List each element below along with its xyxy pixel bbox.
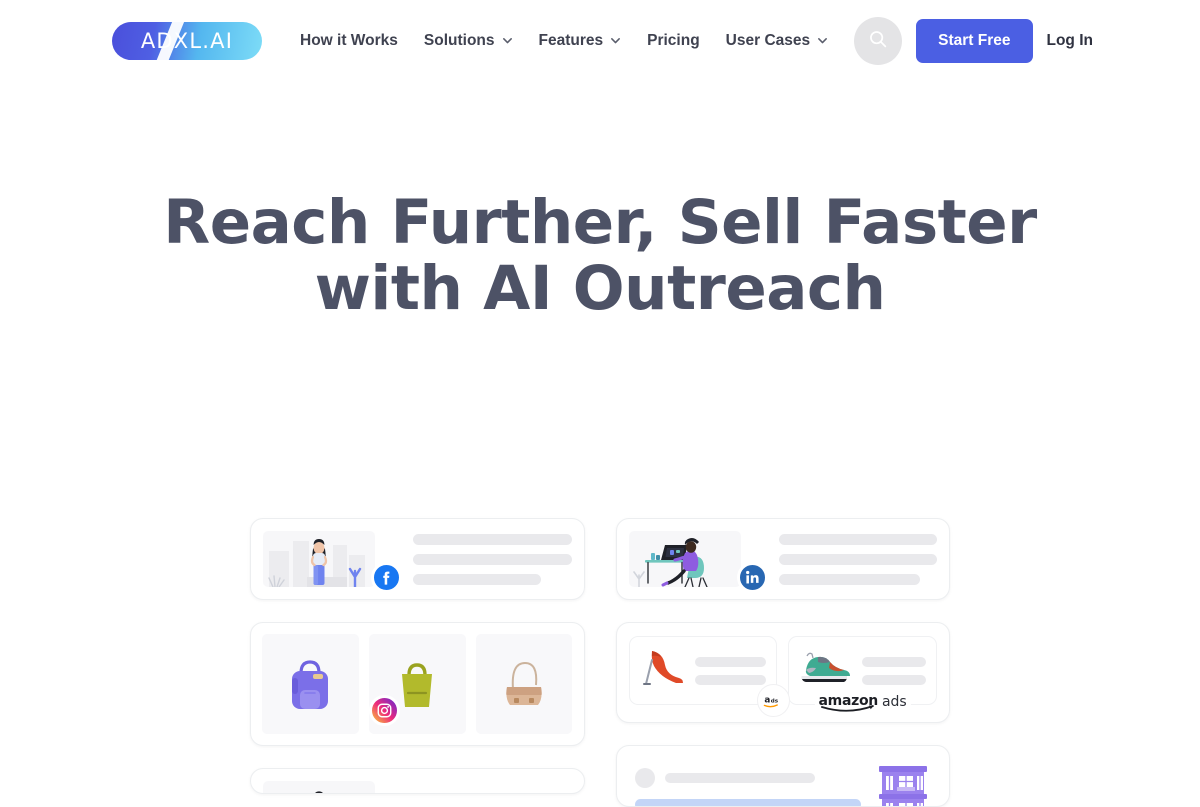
person-illustration — [263, 781, 375, 793]
nav-label: Pricing — [647, 32, 700, 49]
instagram-card[interactable] — [250, 622, 585, 746]
showcase-grid: a ds amazon ads — [250, 518, 950, 807]
instagram-badge — [369, 695, 400, 726]
ads-wordmark-text: ads — [881, 694, 907, 710]
logo-text: ADXL.AI — [140, 29, 234, 53]
svg-text:a: a — [764, 695, 770, 705]
nav-item-user-cases[interactable]: User Cases — [726, 32, 828, 50]
skeleton-line — [694, 656, 767, 667]
card-row — [263, 531, 572, 593]
post-card[interactable] — [615, 745, 950, 807]
nav-label: Features — [538, 32, 604, 49]
chevron-down-icon — [502, 35, 513, 46]
skeleton-lines — [778, 533, 937, 585]
skeleton-line — [862, 656, 926, 667]
nav-label: User Cases — [725, 32, 811, 49]
avatar — [634, 768, 655, 788]
brand-logo[interactable]: ADXL.AI — [112, 22, 262, 60]
showcase-column-right: a ds amazon ads — [615, 518, 950, 807]
amazon-ads-wordmark: amazon ads — [814, 692, 911, 712]
skeleton-lines — [634, 764, 862, 806]
person-at-laptop-illustration — [628, 531, 741, 587]
svg-text:ds: ds — [771, 698, 779, 704]
bottom-partial-card[interactable] — [250, 768, 585, 794]
hero-section: Reach Further, Sell Faster with AI Outre… — [0, 82, 1200, 322]
linkedin-badge — [736, 562, 768, 593]
nav-item-solutions[interactable]: Solutions — [424, 32, 513, 50]
green-sneaker-illustration — [799, 648, 853, 693]
chevron-down-icon — [610, 35, 621, 46]
amazon-panel-sneaker[interactable]: amazon ads — [788, 636, 937, 712]
search-icon — [867, 28, 889, 55]
skeleton-line — [413, 553, 572, 565]
login-link[interactable]: Log In — [1047, 32, 1094, 50]
site-header: ADXL.AI How it Works Solutions Features … — [0, 0, 1200, 82]
nav-item-features[interactable]: Features — [539, 32, 622, 50]
main-nav: How it Works Solutions Features Pricing … — [300, 32, 828, 50]
nav-item-pricing[interactable]: Pricing — [647, 32, 700, 50]
chevron-down-icon — [817, 35, 828, 46]
amazon-panels: a ds amazon ads — [628, 636, 937, 717]
skeleton-line — [413, 573, 542, 585]
header-actions: Start Free Log In — [854, 17, 1093, 65]
red-high-heel-shoe-illustration — [640, 646, 686, 695]
card-row — [628, 531, 937, 593]
purple-building-illustration — [875, 764, 931, 806]
product-tile-shoulder-bag[interactable] — [475, 634, 573, 734]
amazon-swoosh-icon — [820, 705, 874, 712]
showcase-column-left — [250, 518, 585, 807]
amazon-a-badge: a ds — [757, 684, 791, 717]
nav-item-how-it-works[interactable]: How it Works — [300, 32, 398, 50]
amazon-panel-shoe[interactable]: a ds — [628, 636, 791, 717]
amazon-ads-card[interactable]: a ds amazon ads — [615, 622, 950, 723]
linkedin-card[interactable] — [615, 518, 950, 600]
skeleton-line — [862, 674, 926, 685]
skeleton-lines — [862, 656, 926, 685]
product-tiles — [262, 634, 573, 734]
facebook-card[interactable] — [250, 518, 585, 600]
nav-label: Solutions — [423, 32, 495, 49]
skeleton-line-highlight — [634, 799, 861, 806]
avatar-row — [634, 768, 862, 788]
skeleton-line — [413, 533, 572, 545]
card-row — [631, 758, 936, 806]
skeleton-line — [778, 533, 937, 545]
skeleton-line — [664, 773, 815, 783]
page-title: Reach Further, Sell Faster with AI Outre… — [163, 187, 1037, 324]
skeleton-line — [694, 674, 767, 685]
skeleton-lines — [413, 533, 572, 585]
facebook-badge — [371, 562, 402, 593]
skeleton-lines — [694, 656, 767, 685]
nav-label: How it Works — [300, 32, 398, 49]
card-row — [263, 781, 572, 793]
skeleton-line — [778, 553, 937, 565]
skeleton-line — [778, 573, 920, 585]
woman-standing-illustration — [263, 531, 375, 587]
product-tile-backpack[interactable] — [262, 634, 359, 734]
search-button[interactable] — [854, 17, 903, 65]
start-free-button[interactable]: Start Free — [916, 19, 1033, 63]
